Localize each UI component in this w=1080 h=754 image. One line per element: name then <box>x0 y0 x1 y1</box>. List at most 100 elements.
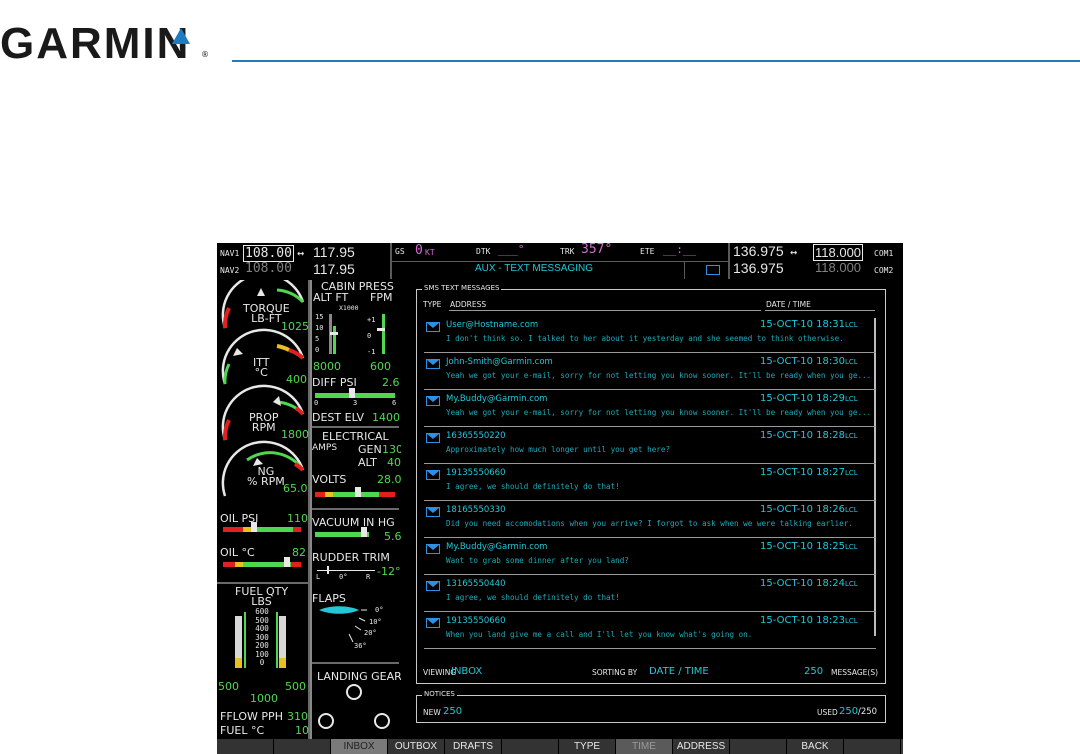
com2-active-freq[interactable]: 118.000 <box>815 260 861 275</box>
envelope-icon <box>426 544 440 554</box>
com1-swap-icon[interactable]: ↔ <box>790 245 797 259</box>
message-row[interactable]: My.Buddy@Garmin.com 15-OCT-10 18:25LCL W… <box>424 538 876 575</box>
softkey-6[interactable] <box>502 739 559 754</box>
message-address: 16365550220 <box>446 431 506 441</box>
softkey-10[interactable] <box>730 739 787 754</box>
title-divider <box>392 261 728 262</box>
message-address: My.Buddy@Garmin.com <box>446 394 548 404</box>
lcl-suffix: LCL <box>845 469 858 477</box>
mail-icon <box>706 265 720 275</box>
vacuum-value: 5.6 <box>384 530 402 543</box>
message-row[interactable]: User@Hostname.com 15-OCT-10 18:31LCL I d… <box>424 316 876 353</box>
envelope-icon <box>426 359 440 369</box>
softkey-outbox[interactable]: OUTBOX <box>388 739 445 754</box>
cabin-rate-value: 600 <box>370 360 391 373</box>
nav1-active-freq[interactable]: 108.00 <box>243 245 294 262</box>
alt-amps-label: ALT <box>358 456 377 469</box>
softkey-inbox[interactable]: INBOX <box>331 739 388 754</box>
message-row[interactable]: 19135550660 15-OCT-10 18:27LCL I agree, … <box>424 464 876 501</box>
softkey-2[interactable] <box>274 739 331 754</box>
softkey-12[interactable] <box>844 739 901 754</box>
oil-psi-bar <box>253 527 293 532</box>
oil-psi-pointer <box>251 522 257 532</box>
ng-label: NG % RPM <box>247 465 285 488</box>
message-time-value: 15-OCT-10 18:24 <box>760 578 845 589</box>
cabin-alt-scale: 15 10 5 0 <box>315 312 323 356</box>
message-address: 18165550330 <box>446 505 506 515</box>
message-address: My.Buddy@Garmin.com <box>446 542 548 552</box>
header-rule <box>232 60 1080 62</box>
col-datetime-header[interactable]: DATE / TIME <box>766 300 811 309</box>
message-time-value: 15-OCT-10 18:23 <box>760 615 845 626</box>
nav1-swap-icon[interactable]: ↔ <box>297 246 304 260</box>
message-preview: Yeah we got your e-mail, sorry for not l… <box>446 371 872 380</box>
notices-new-label: NEW <box>423 708 441 717</box>
com1-active-freq[interactable]: 118.000 <box>813 244 864 261</box>
oil-psi-bar <box>293 527 301 532</box>
com2-standby-freq[interactable]: 136.975 <box>733 260 784 276</box>
fuel-right-value: 500 <box>285 680 306 693</box>
message-row[interactable]: 16365550220 15-OCT-10 18:28LCL Approxima… <box>424 427 876 464</box>
page-title: AUX - TEXT MESSAGING <box>475 263 593 274</box>
prop-label: PROP RPM <box>249 411 279 434</box>
flaps-tick: 20° <box>364 629 377 637</box>
softkey-time[interactable]: TIME <box>616 739 673 754</box>
message-count-label: MESSAGE(S) <box>831 668 879 677</box>
notices-title: NOTICES <box>422 690 457 698</box>
sorting-label: SORTING BY <box>592 668 638 677</box>
message-address: User@Hostname.com <box>446 320 539 330</box>
vacuum-pointer <box>361 527 367 537</box>
ete-value: __:__ <box>663 243 697 256</box>
fuel-temp-label: FUEL °C <box>220 724 265 737</box>
flaps-tick: 0° <box>375 606 384 614</box>
garmin-logo-text: GARMIN <box>0 19 191 68</box>
itt-value: 400 <box>286 373 307 386</box>
itt-label: ITT °C <box>253 356 270 379</box>
fflow-label: FFLOW PPH <box>220 710 283 723</box>
nav1-standby-freq[interactable]: 117.95 <box>313 244 355 260</box>
flaps-tick: 36° <box>354 642 367 650</box>
fuel-section-divider <box>217 582 309 584</box>
garmin-logo: GARMIN <box>0 22 210 66</box>
torque-value: 1025 <box>281 320 309 333</box>
softkey-back[interactable]: BACK <box>787 739 844 754</box>
header-underline <box>765 310 875 311</box>
message-row[interactable]: 13165550440 15-OCT-10 18:24LCL I agree, … <box>424 575 876 612</box>
com1-label: COM1 <box>874 249 894 258</box>
diff-scale-tick: 6 <box>392 399 397 407</box>
diff-psi-value: 2.6 <box>382 376 400 389</box>
message-row[interactable]: John-Smith@Garmin.com 15-OCT-10 18:30LCL… <box>424 353 876 390</box>
alt-scale-tick: 5 <box>315 335 320 343</box>
ete-label: ETE <box>640 247 655 256</box>
fpm-scale-tick: +1 <box>367 316 376 324</box>
softkey-drafts[interactable]: DRAFTS <box>445 739 502 754</box>
envelope-icon <box>426 618 440 628</box>
softkey-type[interactable]: TYPE <box>559 739 616 754</box>
message-preview: Did you need accomodations when you arri… <box>446 519 853 528</box>
nav2-active-freq[interactable]: 108.00 <box>245 261 292 276</box>
col-type-header[interactable]: TYPE <box>423 300 441 309</box>
softkey-1[interactable] <box>217 739 274 754</box>
dtk-value: ___° <box>498 243 525 256</box>
lcl-suffix: LCL <box>845 506 858 514</box>
top-bar-divider <box>728 243 730 279</box>
message-time-value: 15-OCT-10 18:29 <box>760 393 845 404</box>
oil-temp-bar <box>291 562 301 567</box>
com1-standby-freq[interactable]: 136.975 <box>733 243 784 259</box>
message-time: 15-OCT-10 18:28LCL <box>760 430 858 441</box>
nav2-standby-freq[interactable]: 117.95 <box>313 261 355 277</box>
nav1-label: NAV1 <box>220 249 240 258</box>
col-address-header[interactable]: ADDRESS <box>450 300 486 309</box>
volts-label: VOLTS <box>312 473 347 486</box>
gen-value: 130 <box>382 443 403 456</box>
message-time: 15-OCT-10 18:24LCL <box>760 578 858 589</box>
message-time: 15-OCT-10 18:26LCL <box>760 504 858 515</box>
notices-panel <box>416 695 886 723</box>
message-row[interactable]: 18165550330 15-OCT-10 18:26LCL Did you n… <box>424 501 876 538</box>
message-row[interactable]: 19135550660 15-OCT-10 18:23LCL When you … <box>424 612 876 649</box>
softkey-address[interactable]: ADDRESS <box>673 739 730 754</box>
message-row[interactable]: My.Buddy@Garmin.com 15-OCT-10 18:29LCL Y… <box>424 390 876 427</box>
message-time-value: 15-OCT-10 18:27 <box>760 467 845 478</box>
nose-gear-indicator <box>346 684 362 700</box>
mfd-display: NAV1 108.00 ↔ 117.95 NAV2 108.00 117.95 … <box>217 243 903 754</box>
